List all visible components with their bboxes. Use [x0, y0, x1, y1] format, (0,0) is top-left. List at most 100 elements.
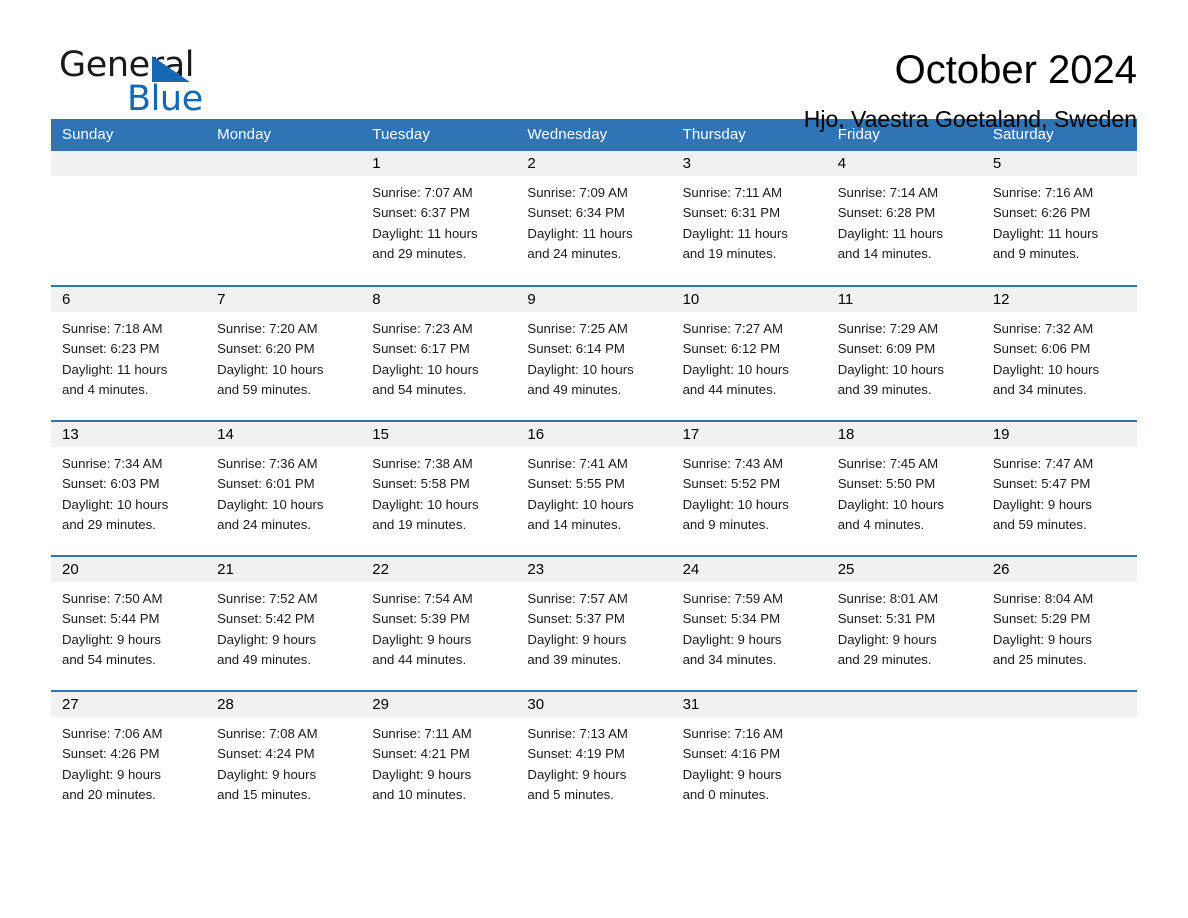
calendar-day-cell[interactable]: 14 Sunrise: 7:36 AM Sunset: 6:01 PM Dayli… [206, 420, 362, 556]
day-details: Sunrise: 8:01 AM Sunset: 5:31 PM Dayligh… [837, 591, 939, 667]
day-number: 17 [671, 422, 827, 447]
day-details [206, 176, 361, 183]
day-details [51, 176, 206, 183]
calendar-day-cell[interactable]: 1 Sunrise: 7:07 AM Sunset: 6:37 PM Daylig… [361, 151, 517, 286]
calendar-day-cell[interactable]: 5 Sunrise: 7:16 AM Sunset: 6:26 PM Daylig… [981, 151, 1137, 286]
day-number: 7 [206, 287, 362, 312]
calendar-day-cell[interactable]: 10 Sunrise: 7:27 AM Sunset: 6:12 PM Dayli… [671, 285, 827, 421]
day-number: 10 [671, 287, 827, 312]
calendar-day-cell[interactable]: 2 Sunrise: 7:09 AM Sunset: 6:34 PM Daylig… [516, 151, 672, 286]
day-details: Sunrise: 8:04 AM Sunset: 5:29 PM Dayligh… [992, 591, 1094, 667]
calendar-day-cell[interactable]: 21 Sunrise: 7:52 AM Sunset: 5:42 PM Dayli… [206, 555, 362, 691]
weekday-header-wednesday: Wednesday [516, 119, 672, 151]
calendar-day-cell[interactable]: 7 Sunrise: 7:20 AM Sunset: 6:20 PM Daylig… [206, 285, 362, 421]
day-number: 23 [516, 557, 672, 582]
calendar-day-cell[interactable]: 23 Sunrise: 7:57 AM Sunset: 5:37 PM Dayli… [516, 555, 672, 691]
calendar-day-cell[interactable]: 30 Sunrise: 7:13 AM Sunset: 4:19 PM Dayli… [516, 690, 672, 826]
day-number: 14 [206, 422, 362, 447]
day-details: Sunrise: 7:27 AM Sunset: 6:12 PM Dayligh… [682, 321, 789, 397]
calendar-day-cell[interactable]: 16 Sunrise: 7:41 AM Sunset: 5:55 PM Dayli… [516, 420, 672, 556]
calendar-week-row: 13 Sunrise: 7:34 AM Sunset: 6:03 PM Dayli… [51, 420, 1137, 556]
calendar-day-cell[interactable] [826, 690, 982, 826]
calendar-day-cell[interactable]: 9 Sunrise: 7:25 AM Sunset: 6:14 PM Daylig… [516, 285, 672, 421]
day-details: Sunrise: 7:11 AM Sunset: 4:21 PM Dayligh… [372, 726, 472, 802]
day-details: Sunrise: 7:06 AM Sunset: 4:26 PM Dayligh… [62, 726, 163, 802]
day-details [982, 717, 1137, 724]
weekday-header-sunday: Sunday [51, 119, 207, 151]
day-number: 21 [206, 557, 362, 582]
day-number: 22 [361, 557, 517, 582]
calendar-page: General Blue October 2024 Hjo, Vaestra G… [0, 0, 1188, 918]
weekday-header-tuesday: Tuesday [361, 119, 517, 151]
day-number: 25 [826, 557, 982, 582]
calendar-day-cell[interactable]: 28 Sunrise: 7:08 AM Sunset: 4:24 PM Dayli… [206, 690, 362, 826]
day-number: 8 [361, 287, 517, 312]
day-number [206, 151, 362, 176]
day-number: 6 [51, 287, 207, 312]
calendar-week-row: 27 Sunrise: 7:06 AM Sunset: 4:26 PM Dayli… [51, 690, 1137, 826]
calendar-body: 1 Sunrise: 7:07 AM Sunset: 6:37 PM Daylig… [51, 151, 1137, 826]
day-number: 4 [826, 151, 982, 176]
generalblue-logo[interactable]: General Blue [51, 44, 301, 122]
day-number [981, 692, 1137, 717]
day-details: Sunrise: 7:16 AM Sunset: 4:16 PM Dayligh… [682, 726, 783, 802]
calendar-day-cell[interactable]: 19 Sunrise: 7:47 AM Sunset: 5:47 PM Dayli… [981, 420, 1137, 556]
calendar-day-cell[interactable]: 18 Sunrise: 7:45 AM Sunset: 5:50 PM Dayli… [826, 420, 982, 556]
calendar-day-cell[interactable]: 27 Sunrise: 7:06 AM Sunset: 4:26 PM Dayli… [51, 690, 207, 826]
day-details: Sunrise: 7:45 AM Sunset: 5:50 PM Dayligh… [837, 456, 944, 532]
day-details: Sunrise: 7:20 AM Sunset: 6:20 PM Dayligh… [217, 321, 324, 397]
day-number: 19 [981, 422, 1137, 447]
page-title: October 2024 [894, 48, 1137, 92]
day-details: Sunrise: 7:18 AM Sunset: 6:23 PM Dayligh… [62, 321, 168, 397]
calendar-day-cell[interactable]: 15 Sunrise: 7:38 AM Sunset: 5:58 PM Dayli… [361, 420, 517, 556]
day-details: Sunrise: 7:29 AM Sunset: 6:09 PM Dayligh… [837, 321, 944, 397]
day-details: Sunrise: 7:16 AM Sunset: 6:26 PM Dayligh… [992, 185, 1099, 261]
day-details: Sunrise: 7:50 AM Sunset: 5:44 PM Dayligh… [62, 591, 163, 667]
calendar-week-row: 1 Sunrise: 7:07 AM Sunset: 6:37 PM Daylig… [51, 151, 1137, 286]
day-number: 28 [206, 692, 362, 717]
day-details: Sunrise: 7:11 AM Sunset: 6:31 PM Dayligh… [682, 185, 788, 261]
calendar-day-cell[interactable]: 17 Sunrise: 7:43 AM Sunset: 5:52 PM Dayli… [671, 420, 827, 556]
day-number: 15 [361, 422, 517, 447]
calendar-day-cell[interactable]: 22 Sunrise: 7:54 AM Sunset: 5:39 PM Dayli… [361, 555, 517, 691]
day-number: 11 [826, 287, 982, 312]
calendar-day-cell[interactable]: 12 Sunrise: 7:32 AM Sunset: 6:06 PM Dayli… [981, 285, 1137, 421]
calendar-day-cell[interactable]: 13 Sunrise: 7:34 AM Sunset: 6:03 PM Dayli… [51, 420, 207, 556]
calendar-day-cell[interactable]: 29 Sunrise: 7:11 AM Sunset: 4:21 PM Dayli… [361, 690, 517, 826]
calendar-day-cell[interactable] [51, 151, 207, 286]
calendar-week-row: 6 Sunrise: 7:18 AM Sunset: 6:23 PM Daylig… [51, 285, 1137, 421]
calendar-day-cell[interactable]: 20 Sunrise: 7:50 AM Sunset: 5:44 PM Dayli… [51, 555, 207, 691]
day-number: 31 [671, 692, 827, 717]
day-details: Sunrise: 7:09 AM Sunset: 6:34 PM Dayligh… [527, 185, 633, 261]
day-number: 16 [516, 422, 672, 447]
calendar-day-cell[interactable]: 11 Sunrise: 7:29 AM Sunset: 6:09 PM Dayli… [826, 285, 982, 421]
day-details: Sunrise: 7:13 AM Sunset: 4:19 PM Dayligh… [527, 726, 628, 802]
day-details: Sunrise: 7:34 AM Sunset: 6:03 PM Dayligh… [62, 456, 169, 532]
day-number: 12 [981, 287, 1137, 312]
day-number: 20 [51, 557, 207, 582]
calendar-day-cell[interactable]: 8 Sunrise: 7:23 AM Sunset: 6:17 PM Daylig… [361, 285, 517, 421]
day-details: Sunrise: 7:59 AM Sunset: 5:34 PM Dayligh… [682, 591, 783, 667]
day-number: 1 [361, 151, 517, 176]
calendar-day-cell[interactable]: 31 Sunrise: 7:16 AM Sunset: 4:16 PM Dayli… [671, 690, 827, 826]
day-number: 26 [981, 557, 1137, 582]
day-number: 5 [981, 151, 1137, 176]
day-number: 13 [51, 422, 207, 447]
day-number: 18 [826, 422, 982, 447]
title-block: October 2024 Hjo, Vaestra Goetaland, Swe… [804, 44, 1137, 133]
day-details: Sunrise: 7:43 AM Sunset: 5:52 PM Dayligh… [682, 456, 789, 532]
calendar-day-cell[interactable]: 4 Sunrise: 7:14 AM Sunset: 6:28 PM Daylig… [826, 151, 982, 286]
calendar-day-cell[interactable]: 24 Sunrise: 7:59 AM Sunset: 5:34 PM Dayli… [671, 555, 827, 691]
day-details [827, 717, 982, 724]
day-details: Sunrise: 7:08 AM Sunset: 4:24 PM Dayligh… [217, 726, 318, 802]
calendar-day-cell[interactable] [206, 151, 362, 286]
calendar-day-cell[interactable]: 3 Sunrise: 7:11 AM Sunset: 6:31 PM Daylig… [671, 151, 827, 286]
calendar-day-cell[interactable]: 25 Sunrise: 8:01 AM Sunset: 5:31 PM Dayli… [826, 555, 982, 691]
weekday-header-monday: Monday [206, 119, 362, 151]
day-details: Sunrise: 7:41 AM Sunset: 5:55 PM Dayligh… [527, 456, 634, 532]
day-number: 24 [671, 557, 827, 582]
logo-text-blue: Blue [127, 79, 203, 119]
calendar-day-cell[interactable]: 6 Sunrise: 7:18 AM Sunset: 6:23 PM Daylig… [51, 285, 207, 421]
calendar-day-cell[interactable] [981, 690, 1137, 826]
calendar-day-cell[interactable]: 26 Sunrise: 8:04 AM Sunset: 5:29 PM Dayli… [981, 555, 1137, 691]
